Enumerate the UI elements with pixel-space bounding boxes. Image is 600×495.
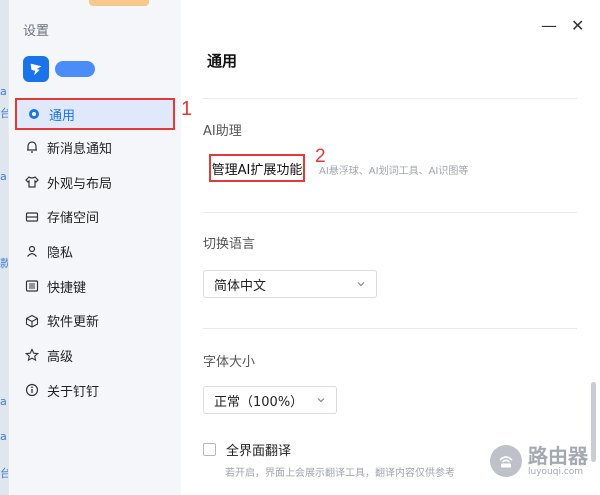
sidebar-item-update[interactable]: 软件更新 (15, 303, 175, 338)
background-app-strip: a台a款aa台 (0, 0, 11, 495)
divider (203, 212, 577, 213)
sidebar-item-label: 关于钉钉 (47, 384, 100, 400)
sidebar-item-advanced[interactable]: 高级 (15, 338, 175, 373)
router-logo-icon (490, 445, 522, 477)
font-size-section-label: 字体大小 (203, 355, 256, 370)
sidebar-title: 设置 (23, 24, 50, 39)
background-text-fragment: a (0, 85, 7, 98)
cube-icon (25, 314, 39, 328)
sidebar-item-about[interactable]: 关于钉钉 (15, 373, 175, 408)
minimize-button[interactable]: — (541, 18, 557, 34)
sidebar-item-label: 高级 (47, 349, 74, 365)
person-icon (25, 244, 39, 258)
sidebar-item-general[interactable]: 通用 (15, 98, 175, 130)
font-size-select-value: 正常（100%） (214, 394, 304, 410)
info-icon (25, 383, 39, 397)
full-translate-checkbox[interactable] (203, 443, 216, 456)
sidebar-item-label: 外观与布局 (47, 176, 113, 192)
full-translate-description: 若开启，界面上会展示翻译工具，翻译内容仅供参考 (225, 468, 455, 479)
language-section-label: 切换语言 (203, 237, 256, 252)
sidebar-item-label: 快捷键 (47, 280, 87, 296)
sidebar-item-label: 通用 (49, 108, 76, 124)
sidebar-item-appearance[interactable]: 外观与布局 (15, 165, 175, 200)
manage-ai-extensions-button[interactable]: 管理AI扩展功能 (209, 154, 305, 182)
storage-icon (25, 210, 39, 224)
user-avatar-pill[interactable] (55, 61, 95, 77)
ai-section-label: AI助理 (203, 124, 242, 139)
settings-dot-icon (27, 107, 41, 121)
font-size-select[interactable]: 正常（100%） (203, 386, 337, 414)
sidebar-item-notifications[interactable]: 新消息通知 (15, 130, 175, 165)
dingtalk-logo-icon (23, 56, 49, 82)
background-text-fragment: a (0, 395, 7, 408)
content-scrollbar[interactable] (591, 382, 596, 462)
page-title: 通用 (207, 52, 238, 70)
sidebar-item-storage[interactable]: 存储空间 (15, 199, 175, 234)
bell-icon (25, 140, 39, 154)
sidebar-item-label: 隐私 (47, 245, 74, 261)
sidebar-item-label: 新消息通知 (47, 141, 113, 157)
chevron-down-icon (317, 398, 325, 403)
full-translate-row: 全界面翻译 (203, 440, 291, 459)
decorative-banner (89, 0, 149, 6)
watermark-text: 路由器 (528, 444, 588, 468)
settings-sidebar: 设置 通用 新消息通知 外观与布局 存储空间 隐私 快捷键 软件更新 高级 关于… (9, 0, 181, 495)
language-select[interactable]: 简体中文 (203, 270, 377, 298)
sidebar-item-privacy[interactable]: 隐私 (15, 234, 175, 269)
language-select-value: 简体中文 (214, 278, 267, 294)
settings-content: — ✕ 通用 AI助理 管理AI扩展功能 2 AI悬浮球、AI划词工具、AI识图… (181, 0, 600, 495)
ai-description: AI悬浮球、AI划词工具、AI识图等 (319, 166, 469, 177)
sidebar-nav: 通用 新消息通知 外观与布局 存储空间 隐私 快捷键 软件更新 高级 关于钉钉 (15, 98, 175, 408)
divider (203, 98, 577, 99)
sidebar-item-label: 软件更新 (47, 315, 100, 331)
shirt-icon (25, 175, 39, 189)
background-text-fragment: a (0, 170, 7, 183)
divider (203, 328, 577, 329)
settings-dialog: 设置 通用 新消息通知 外观与布局 存储空间 隐私 快捷键 软件更新 高级 关于… (8, 0, 600, 495)
keyboard-icon (25, 279, 39, 293)
watermark-url: luyouqi.com (528, 467, 584, 477)
background-text-fragment: a (0, 430, 7, 443)
chevron-down-icon (357, 282, 365, 287)
watermark: 路由器 luyouqi.com (490, 445, 588, 477)
full-translate-label: 全界面翻译 (226, 444, 292, 459)
sidebar-item-label: 存储空间 (47, 211, 100, 227)
sidebar-item-shortcuts[interactable]: 快捷键 (15, 269, 175, 304)
star-icon (25, 348, 39, 362)
close-button[interactable]: ✕ (571, 18, 584, 34)
